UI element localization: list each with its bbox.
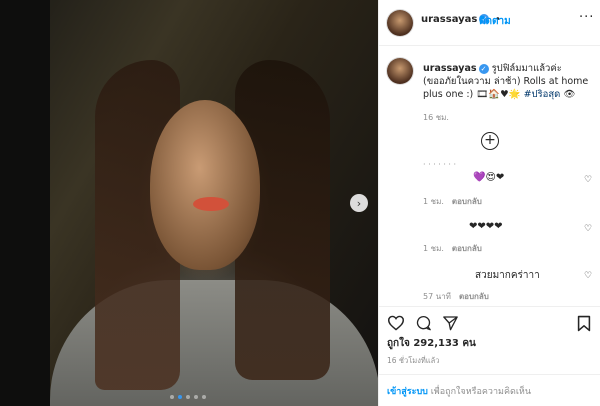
share-paper-plane-icon[interactable] <box>442 315 459 331</box>
carousel-dots <box>170 395 206 399</box>
login-link[interactable]: เข้าสู่ระบบ <box>387 387 428 397</box>
comment-3-time: 57 นาที <box>423 292 451 301</box>
carousel-dot[interactable] <box>202 395 206 399</box>
comment-3-like-icon[interactable]: ♡ <box>584 271 592 281</box>
photo-face <box>150 100 260 270</box>
comment-3-meta: 57 นาที ตอบกลับ <box>423 290 489 303</box>
more-options-icon[interactable]: ··· <box>579 10 594 25</box>
login-prompt: เข้าสู่ระบบ เพื่อถูกใจหรือความคิดเห็น <box>379 374 600 406</box>
action-bar <box>379 306 600 336</box>
caption-time: 16 ชม. <box>423 113 449 122</box>
comment-2-emoji: ❤❤❤❤ <box>469 221 503 232</box>
comment-1-reply[interactable]: ตอบกลับ <box>452 197 482 206</box>
comment-1-meta: 1 ชม. ตอบกลับ <box>423 195 482 208</box>
comment-2-like-icon[interactable]: ♡ <box>584 224 592 234</box>
chevron-right-icon: › <box>356 196 362 210</box>
caption: urassayas ✓ รูปฟิล์มมาแล้วค่ะ (ขออภัยในคว… <box>423 62 595 101</box>
follow-button[interactable]: ติดตาม <box>479 14 511 29</box>
photo-shadow-stripe <box>0 0 50 406</box>
caption-hashtag[interactable]: #ปริอสุด <box>524 89 561 100</box>
comment-1-emoji: 💜😍❤ <box>473 172 505 183</box>
load-more-comments-icon[interactable]: + <box>481 132 499 150</box>
caption-avatar[interactable] <box>387 58 413 84</box>
comment-1-like-icon[interactable]: ♡ <box>584 175 592 185</box>
carousel-dot[interactable] <box>194 395 198 399</box>
eye-icon: 👁 <box>563 89 576 100</box>
author-avatar[interactable] <box>387 10 413 36</box>
comment-2-meta: 1 ชม. ตอบกลับ <box>423 242 482 255</box>
carousel-dot-active[interactable] <box>178 395 182 399</box>
comment-1-dots: · · · · · · · <box>423 160 457 169</box>
comment-3-text: สวยมากคร่าาา <box>475 270 540 281</box>
author-username[interactable]: urassayas <box>421 14 477 25</box>
comment-2-time: 1 ชม. <box>423 244 444 253</box>
caption-emoji: 🎞🏠♥🌟 <box>476 89 521 100</box>
comment-bubble-icon[interactable] <box>415 315 432 331</box>
like-count[interactable]: ถูกใจ 292,133 คน <box>387 336 476 351</box>
comment-2-reply[interactable]: ตอบกลับ <box>452 244 482 253</box>
comment-3-reply[interactable]: ตอบกลับ <box>459 292 489 301</box>
post-header: urassayas ✓ • ติดตาม ··· <box>379 0 600 46</box>
login-prompt-text: เพื่อถูกใจหรือความคิดเห็น <box>427 387 531 397</box>
caption-username[interactable]: urassayas <box>423 63 477 74</box>
post-timestamp: 16 ชั่วโมงที่แล้ว <box>387 356 440 365</box>
carousel-dot[interactable] <box>186 395 190 399</box>
post-side-panel: urassayas ✓ • ติดตาม ··· urassayas ✓ รูปฟิ… <box>378 0 600 406</box>
comment-1-time: 1 ชม. <box>423 197 444 206</box>
like-heart-icon[interactable] <box>387 315 405 331</box>
carousel-next-button[interactable]: › <box>350 194 368 212</box>
save-bookmark-icon[interactable] <box>577 315 591 332</box>
carousel-dot[interactable] <box>170 395 174 399</box>
post-photo: › <box>0 0 378 406</box>
verified-badge-icon: ✓ <box>478 63 489 74</box>
photo-lips <box>193 197 229 211</box>
